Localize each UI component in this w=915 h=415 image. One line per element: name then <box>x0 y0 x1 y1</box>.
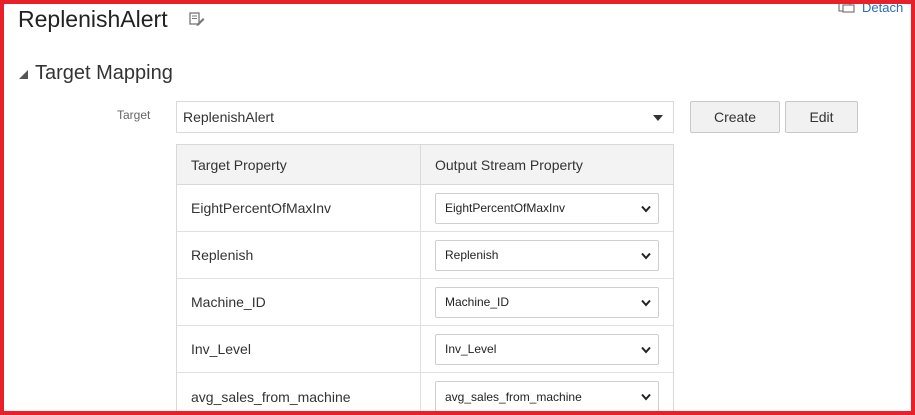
target-property-cell: EightPercentOfMaxInv <box>177 185 421 231</box>
output-property-value: Inv_Level <box>445 342 497 356</box>
chevron-down-icon <box>641 393 651 401</box>
output-property-select[interactable]: Machine_ID <box>435 286 659 318</box>
edit-button[interactable]: Edit <box>785 101 858 133</box>
edit-pencil-icon[interactable] <box>189 12 205 28</box>
create-button[interactable]: Create <box>690 101 780 133</box>
output-property-cell: EightPercentOfMaxInv <box>421 185 673 231</box>
column-header-output-stream-property: Output Stream Property <box>435 156 583 173</box>
target-property-cell: Replenish <box>177 232 421 278</box>
output-property-select[interactable]: EightPercentOfMaxInv <box>435 192 659 224</box>
output-property-select[interactable]: avg_sales_from_machine <box>435 381 659 412</box>
detach-link[interactable]: Detach <box>838 0 904 15</box>
output-property-value: EightPercentOfMaxInv <box>445 201 566 215</box>
chevron-down-icon <box>641 346 651 354</box>
table-header: Target Property Output Stream Property <box>177 145 673 185</box>
target-property-cell: avg_sales_from_machine <box>177 373 421 415</box>
mapping-table: Target Property Output Stream Property E… <box>176 144 674 415</box>
chevron-down-icon <box>641 252 651 260</box>
table-row: Inv_Level Inv_Level <box>177 326 673 373</box>
section-target-mapping[interactable]: Target Mapping <box>17 62 173 85</box>
output-property-value: Machine_ID <box>445 295 510 309</box>
output-property-select[interactable]: Replenish <box>435 239 659 271</box>
caret-down-icon <box>653 115 663 121</box>
target-property-cell: Inv_Level <box>177 326 421 372</box>
detach-label: Detach <box>862 0 904 15</box>
output-property-cell: avg_sales_from_machine <box>421 373 673 415</box>
output-property-cell: Inv_Level <box>421 326 673 372</box>
detach-icon <box>838 1 855 13</box>
column-header-target-property: Target Property <box>177 145 421 184</box>
page-title: ReplenishAlert <box>18 6 168 32</box>
output-property-cell: Replenish <box>421 232 673 278</box>
chevron-down-icon <box>641 299 651 307</box>
collapse-triangle-icon <box>19 69 28 79</box>
target-property-cell: Machine_ID <box>177 279 421 325</box>
section-title: Target Mapping <box>35 62 173 84</box>
output-property-value: Replenish <box>445 248 499 262</box>
output-property-select[interactable]: Inv_Level <box>435 333 659 365</box>
target-label: Target <box>117 108 151 122</box>
table-row: Machine_ID Machine_ID <box>177 279 673 326</box>
table-row: avg_sales_from_machine avg_sales_from_ma… <box>177 373 673 415</box>
table-row: Replenish Replenish <box>177 232 673 279</box>
output-property-cell: Machine_ID <box>421 279 673 325</box>
target-select[interactable]: ReplenishAlert <box>176 101 674 133</box>
chevron-down-icon <box>641 205 651 213</box>
table-row: EightPercentOfMaxInv EightPercentOfMaxIn… <box>177 185 673 232</box>
target-select-value: ReplenishAlert <box>183 109 275 125</box>
output-property-value: avg_sales_from_machine <box>445 389 582 404</box>
